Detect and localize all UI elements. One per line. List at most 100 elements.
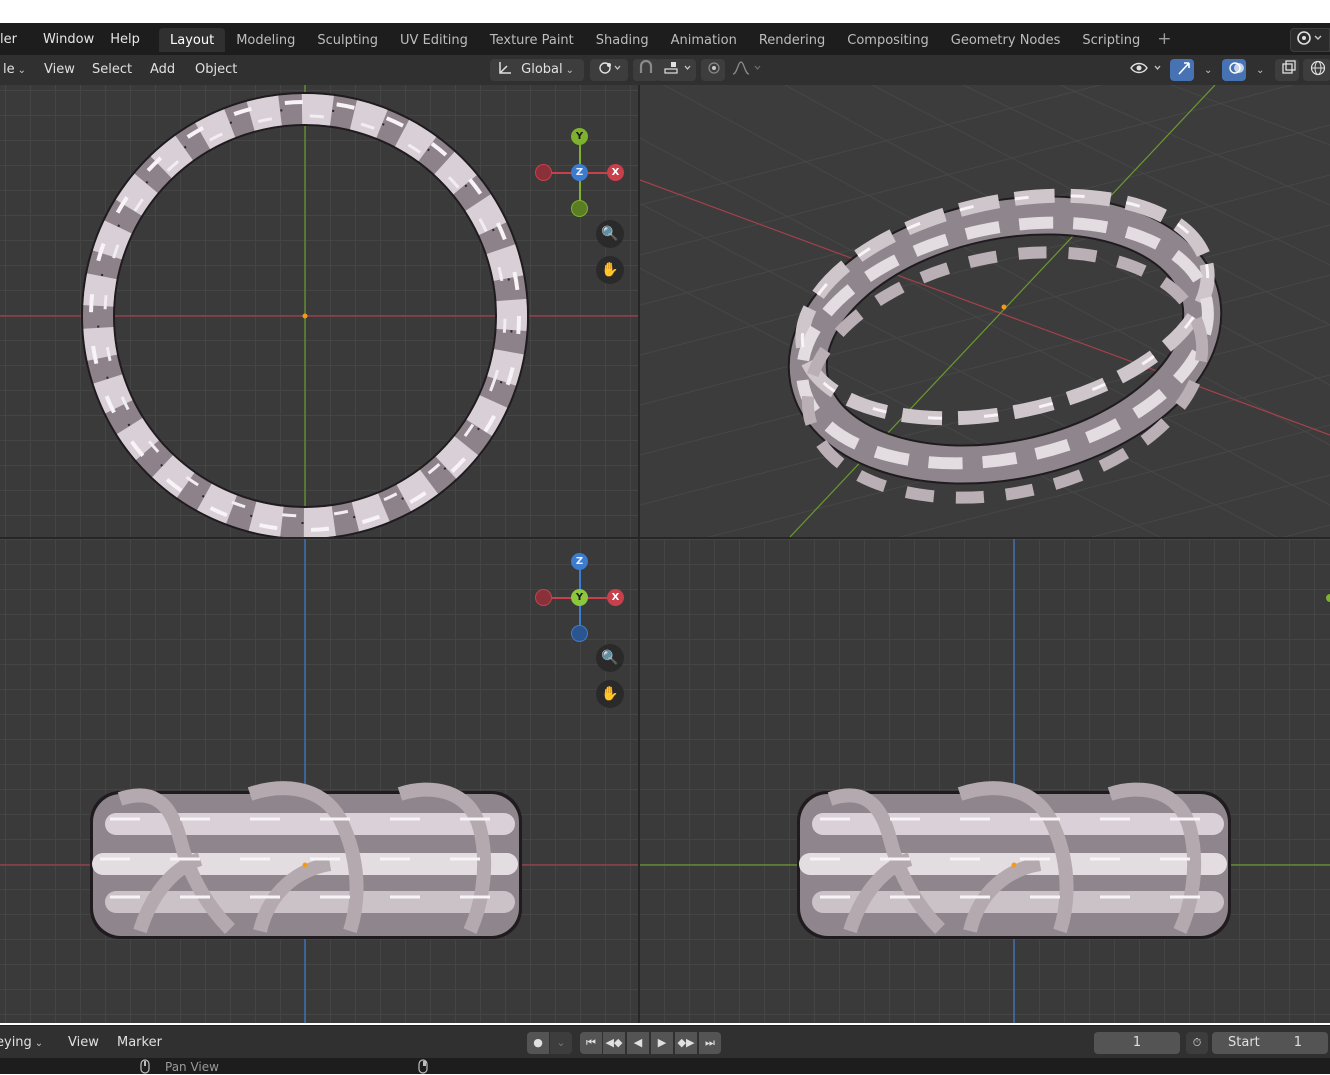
play-reverse-button[interactable]: ◀ xyxy=(627,1032,649,1054)
visibility-icon xyxy=(1130,62,1161,74)
xray-toggle[interactable] xyxy=(1275,59,1299,81)
pan-button[interactable]: ✋ xyxy=(596,680,624,708)
tab-texture-paint[interactable]: Texture Paint xyxy=(479,28,585,52)
chevron-down-icon: ⌄ xyxy=(34,1038,44,1049)
origin-dot xyxy=(302,862,308,868)
keying-label: eying xyxy=(0,1035,32,1050)
menu-window[interactable]: Window xyxy=(35,32,102,47)
chevron-down-icon: ⌄ xyxy=(565,65,575,76)
chevron-down-icon: ⌄ xyxy=(556,1036,566,1049)
tab-sculpting[interactable]: Sculpting xyxy=(306,28,389,52)
gizmo-z-axis[interactable]: Z xyxy=(571,553,588,570)
start-frame-label: Start xyxy=(1228,1035,1260,1050)
gizmo-z-axis[interactable]: Z xyxy=(571,164,588,181)
right-view-scene xyxy=(640,539,1330,1023)
menu-select[interactable]: Select xyxy=(85,59,139,81)
chevron-down-icon: ⌄ xyxy=(1204,65,1213,76)
use-preview-range-button[interactable]: ⏱ xyxy=(1186,1032,1208,1054)
viewport-perspective[interactable] xyxy=(640,85,1330,537)
gizmo-neg-x-axis[interactable] xyxy=(535,164,552,181)
tab-rendering[interactable]: Rendering xyxy=(748,28,836,52)
jump-end-icon: ⏭ xyxy=(705,1036,715,1049)
gizmo-dropdown[interactable]: ⌄ xyxy=(1194,59,1218,81)
clock-icon: ⏱ xyxy=(1192,1036,1202,1049)
gizmo-edge-marker xyxy=(1326,594,1330,602)
menu-view[interactable]: View xyxy=(37,59,82,81)
menu-add[interactable]: Add xyxy=(143,59,182,81)
perspective-scene xyxy=(640,85,1330,537)
hand-icon: ✋ xyxy=(601,262,619,278)
previous-keyframe-button[interactable]: ◀◆ xyxy=(603,1032,625,1054)
proportional-falloff-dropdown[interactable] xyxy=(724,59,764,81)
scene-selector-button[interactable] xyxy=(1290,28,1330,52)
add-workspace-button[interactable]: + xyxy=(1151,28,1177,52)
gizmo-x-axis[interactable]: X xyxy=(607,164,624,181)
visibility-dropdown[interactable] xyxy=(1122,59,1166,81)
origin-dot xyxy=(1011,862,1017,868)
chevron-down-icon: ⌄ xyxy=(17,65,27,76)
tab-animation[interactable]: Animation xyxy=(660,28,748,52)
gizmo-neg-x-axis[interactable] xyxy=(535,589,552,606)
jump-to-start-button[interactable]: ⏮ xyxy=(580,1032,602,1054)
keying-set-dropdown[interactable]: ⌄ xyxy=(550,1032,572,1054)
tab-uv-editing[interactable]: UV Editing xyxy=(389,28,479,52)
zoom-icon: 🔍 xyxy=(601,650,619,666)
status-bar: Pan View xyxy=(0,1058,1330,1074)
proportional-edit-toggle[interactable] xyxy=(701,59,725,81)
viewport-right-orthographic[interactable] xyxy=(640,539,1330,1023)
start-frame-field[interactable]: Start 1 xyxy=(1212,1032,1328,1054)
zoom-button[interactable]: 🔍 xyxy=(596,220,624,248)
viewport-top-orthographic[interactable]: Y Z X 🔍 ✋ xyxy=(0,85,638,537)
shading-wire-icon xyxy=(1310,60,1326,76)
play-button[interactable]: ▶ xyxy=(651,1032,673,1054)
zoom-button[interactable]: 🔍 xyxy=(596,644,624,672)
snap-target-dropdown[interactable] xyxy=(656,59,696,81)
snap-icon xyxy=(639,59,653,73)
viewport-front-orthographic[interactable]: Z Y X 🔍 ✋ xyxy=(0,539,638,1023)
pivot-point-dropdown[interactable] xyxy=(590,59,628,81)
timeline-marker-menu[interactable]: Marker xyxy=(117,1032,162,1054)
timeline-view-menu[interactable]: View xyxy=(68,1032,99,1054)
keying-dropdown[interactable]: eying⌄ xyxy=(0,1032,43,1054)
mode-label: le xyxy=(3,62,15,77)
auto-keying-button[interactable]: ● xyxy=(527,1032,549,1054)
overlay-dropdown[interactable]: ⌄ xyxy=(1246,59,1270,81)
gizmo-y-axis[interactable]: Y xyxy=(571,128,588,145)
menu-render[interactable]: ler xyxy=(0,32,25,47)
overlay-icon xyxy=(1229,62,1244,74)
tab-modeling[interactable]: Modeling xyxy=(225,28,306,52)
chevron-down-icon: ⌄ xyxy=(1256,65,1265,76)
tab-scripting[interactable]: Scripting xyxy=(1071,28,1151,52)
gizmo-icon xyxy=(1178,62,1190,75)
origin-dot xyxy=(302,313,308,319)
menu-help[interactable]: Help xyxy=(102,32,148,47)
menu-object[interactable]: Object xyxy=(188,59,244,81)
play-reverse-icon: ◀ xyxy=(633,1036,643,1049)
current-frame-field[interactable] xyxy=(1094,1032,1180,1054)
top-menu-bar: ler Window Help Layout Modeling Sculptin… xyxy=(0,23,1330,55)
gizmo-neg-z-axis[interactable] xyxy=(571,625,588,642)
jump-to-end-button[interactable]: ⏭ xyxy=(699,1032,721,1054)
tab-layout[interactable]: Layout xyxy=(159,28,226,52)
gizmo-toggle[interactable] xyxy=(1170,59,1194,81)
transform-orientation-icon xyxy=(499,62,511,74)
gizmo-y-axis[interactable]: Y xyxy=(571,589,588,606)
next-keyframe-button[interactable]: ◆▶ xyxy=(675,1032,697,1054)
shading-wireframe-button[interactable] xyxy=(1303,59,1330,81)
gizmo-neg-y-axis[interactable] xyxy=(571,200,588,217)
jump-start-icon: ⏮ xyxy=(586,1036,596,1049)
gizmo-x-axis[interactable]: X xyxy=(607,589,624,606)
viewport-divider-horizontal[interactable] xyxy=(0,537,1330,539)
play-icon: ▶ xyxy=(657,1036,667,1049)
pan-button[interactable]: ✋ xyxy=(596,256,624,284)
overlay-toggle[interactable] xyxy=(1222,59,1246,81)
mode-selector[interactable]: le ⌄ xyxy=(0,59,33,81)
scene-icon xyxy=(1297,31,1322,45)
viewport-divider-vertical[interactable] xyxy=(638,85,640,1023)
tab-compositing[interactable]: Compositing xyxy=(836,28,940,52)
tab-geometry-nodes[interactable]: Geometry Nodes xyxy=(940,28,1072,52)
xray-icon xyxy=(1282,60,1296,74)
start-frame-value: 1 xyxy=(1293,1035,1302,1050)
transform-orientation-dropdown[interactable]: Global ⌄ xyxy=(490,59,584,81)
tab-shading[interactable]: Shading xyxy=(585,28,660,52)
